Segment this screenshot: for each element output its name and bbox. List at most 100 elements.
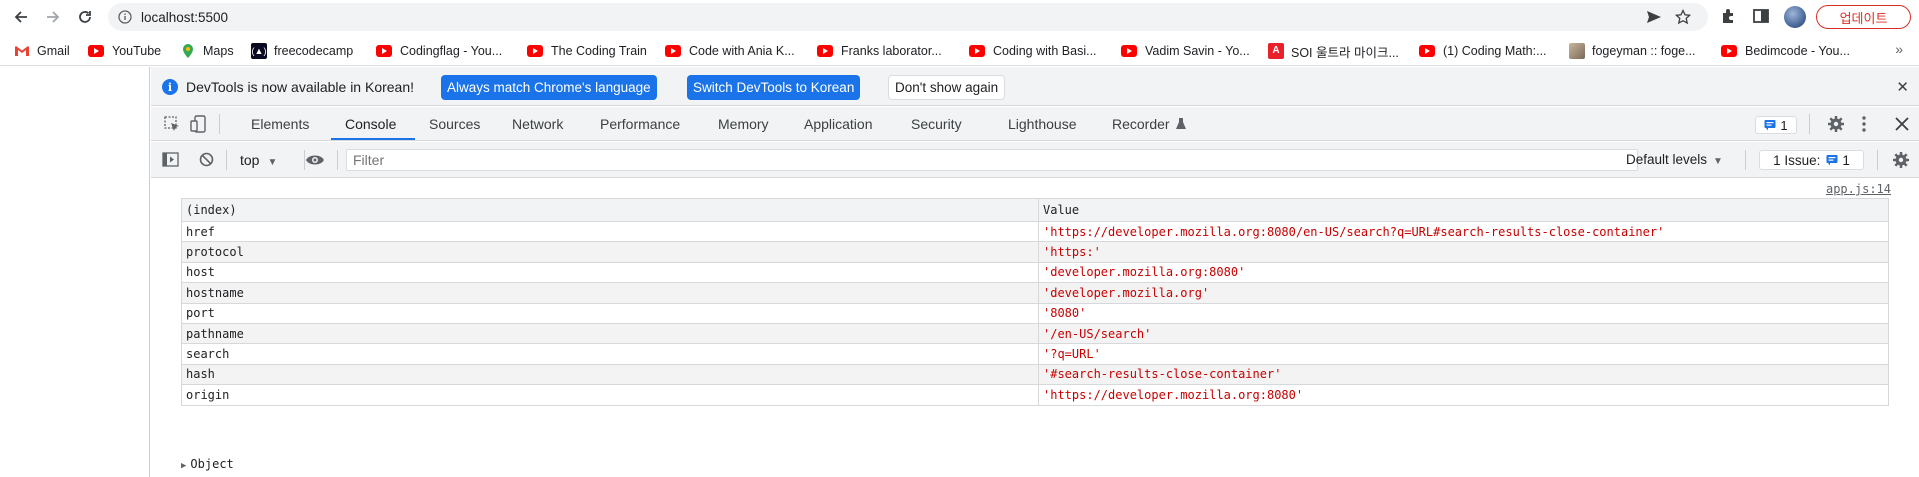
close-devtools-icon[interactable] <box>1895 117 1909 131</box>
table-row: origin'https://developer.mozilla.org:808… <box>181 384 1889 406</box>
console-settings-gear-icon[interactable] <box>1892 151 1910 169</box>
console-filterbar: top ▼ Default levels ▼ 1 Issue: 1 <box>151 142 1919 178</box>
bookmark-soi[interactable]: A SOI 울트라 마이크... <box>1268 43 1399 60</box>
tab-sources[interactable]: Sources <box>429 116 480 132</box>
divider <box>226 150 227 170</box>
side-panel-icon[interactable] <box>1752 7 1770 25</box>
bookmark-coding-math[interactable]: (1) Coding Math:... <box>1419 43 1547 59</box>
bookmark-youtube[interactable]: YouTube <box>88 43 161 59</box>
issues-badge[interactable]: 1 <box>1755 116 1797 134</box>
more-options-icon[interactable] <box>1861 115 1867 133</box>
back-arrow-icon <box>14 11 27 23</box>
row-value: 'https://developer.mozilla.org:8080' <box>1038 384 1889 406</box>
execution-context-select[interactable]: top ▼ <box>240 152 277 168</box>
bookmark-coding-train[interactable]: The Coding Train <box>527 43 647 59</box>
row-value: '#search-results-close-container' <box>1038 363 1889 386</box>
reload-icon <box>79 11 91 23</box>
row-key: href <box>181 220 1039 243</box>
extensions-puzzle-icon[interactable] <box>1720 7 1738 25</box>
youtube-icon <box>1721 45 1737 57</box>
table-header-row: (index) Value <box>181 198 1889 222</box>
url-text[interactable]: localhost:5500 <box>141 10 228 25</box>
bookmark-label: Bedimcode - You... <box>1745 44 1850 58</box>
update-button[interactable]: 업데이트 <box>1816 5 1911 29</box>
info-icon: i <box>162 79 178 95</box>
bookmark-bedimcode[interactable]: Bedimcode - You... <box>1721 43 1850 59</box>
bookmark-label: Franks laborator... <box>841 44 942 58</box>
tab-performance[interactable]: Performance <box>600 116 680 132</box>
language-infobar: i DevTools is now available in Korean! A… <box>151 67 1919 106</box>
console-table: (index) Value href 'https://developer.moz… <box>181 198 1889 406</box>
bookmark-vadim-savin[interactable]: Vadim Savin - Yo... <box>1121 43 1250 59</box>
profile-avatar[interactable] <box>1784 6 1806 28</box>
youtube-icon <box>969 45 985 57</box>
issue-flag-icon <box>1826 155 1838 166</box>
close-infobar-icon[interactable]: ✕ <box>1896 78 1909 96</box>
dont-show-again-button[interactable]: Don't show again <box>888 75 1006 100</box>
divider <box>1809 114 1810 134</box>
bookmark-maps[interactable]: Maps <box>180 43 234 59</box>
column-header-value[interactable]: Value <box>1038 198 1889 222</box>
tab-network[interactable]: Network <box>512 116 563 132</box>
bookmark-label: freecodecamp <box>274 44 354 58</box>
bookmark-label: Gmail <box>37 44 70 58</box>
live-expression-eye-icon[interactable] <box>305 153 325 167</box>
object-expander[interactable]: ▶ Object <box>181 457 234 471</box>
switch-to-korean-button[interactable]: Switch DevTools to Korean <box>687 75 861 100</box>
expand-triangle-icon[interactable]: ▶ <box>181 461 186 471</box>
forward-button[interactable] <box>41 5 65 29</box>
site-info-icon[interactable] <box>118 10 132 24</box>
soi-icon: A <box>1268 43 1284 59</box>
back-button[interactable] <box>9 5 33 29</box>
show-sidebar-icon[interactable] <box>162 152 179 167</box>
object-label: Object <box>190 457 234 471</box>
row-key: port <box>181 302 1039 324</box>
youtube-icon <box>1121 45 1137 57</box>
bookmark-label: YouTube <box>112 44 162 58</box>
bookmark-franks-laboratory[interactable]: Franks laborator... <box>817 43 942 59</box>
bookmark-label: Coding with Basi... <box>993 44 1097 58</box>
tab-recorder[interactable]: Recorder <box>1112 116 1187 132</box>
tab-application[interactable]: Application <box>804 116 873 132</box>
bookmark-star-icon[interactable] <box>1675 9 1691 25</box>
bookmark-gmail[interactable]: Gmail <box>14 43 70 59</box>
inspect-element-icon[interactable] <box>163 115 181 133</box>
bookmark-label: Maps <box>203 44 234 58</box>
bookmark-freecodecamp[interactable]: (▲) freecodecamp <box>251 43 353 59</box>
table-row: hostname'developer.mozilla.org' <box>181 282 1889 304</box>
bookmark-code-with-ania[interactable]: Code with Ania K... <box>665 43 795 59</box>
settings-gear-icon[interactable] <box>1827 115 1845 133</box>
maps-icon <box>183 44 193 58</box>
console-filter-input[interactable] <box>346 149 1638 171</box>
bookmark-label: Codingflag - You... <box>400 44 503 58</box>
bookmark-fogeyman[interactable]: fogeyman :: foge... <box>1569 43 1696 59</box>
browser-toolbar: localhost:5500 업데이트 <box>0 0 1919 34</box>
tab-memory[interactable]: Memory <box>718 116 769 132</box>
dropdown-caret-icon: ▼ <box>1713 156 1723 167</box>
bookmark-label: SOI 울트라 마이크... <box>1291 45 1399 60</box>
issues-counter-button[interactable]: 1 Issue: 1 <box>1759 150 1864 170</box>
tab-security[interactable]: Security <box>911 116 962 132</box>
tab-lighthouse[interactable]: Lighthouse <box>1008 116 1077 132</box>
source-location-link[interactable]: app.js:14 <box>1826 182 1891 196</box>
youtube-icon <box>1419 45 1435 57</box>
tab-console[interactable]: Console <box>345 116 396 132</box>
send-icon[interactable] <box>1646 10 1662 24</box>
devtools-panel: i DevTools is now available in Korean! A… <box>151 67 1919 477</box>
tab-elements[interactable]: Elements <box>251 116 309 132</box>
reload-button[interactable] <box>73 5 97 29</box>
address-bar[interactable]: localhost:5500 <box>108 3 1708 31</box>
gmail-icon <box>15 46 29 56</box>
bookmark-coding-with-basics[interactable]: Coding with Basi... <box>969 43 1097 59</box>
table-row: search '?q=URL' <box>181 343 1889 365</box>
bookmark-label: fogeyman :: foge... <box>1592 44 1696 58</box>
bookmarks-overflow-icon[interactable]: » <box>1895 41 1903 57</box>
bookmark-codingflag[interactable]: Codingflag - You... <box>376 43 502 59</box>
device-toolbar-icon[interactable] <box>190 115 208 133</box>
log-levels-select[interactable]: Default levels ▼ <box>1626 152 1723 167</box>
devtools-tabbar: Elements Console Sources Network Perform… <box>151 107 1919 141</box>
always-match-language-button[interactable]: Always match Chrome's language <box>441 75 657 100</box>
column-header-index[interactable]: (index) <box>181 198 1039 222</box>
row-key: hostname <box>181 282 1039 304</box>
clear-console-icon[interactable] <box>199 152 214 167</box>
